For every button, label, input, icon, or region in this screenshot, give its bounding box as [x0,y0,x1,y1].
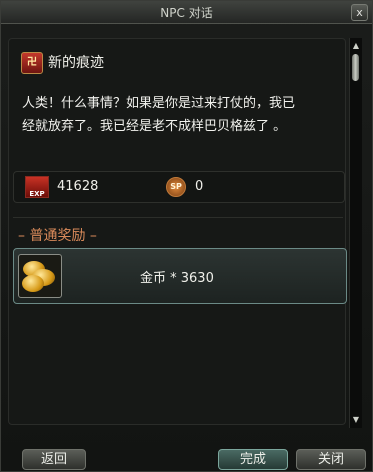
back-button[interactable]: 返回 [22,449,86,470]
scroll-down-arrow-icon[interactable]: ▼ [351,415,361,425]
reward-item-label: 金币 * 3630 [140,271,214,286]
dialog-line: 经就放弃了。我已经是老不成样巴贝格兹了 。 [22,119,287,134]
quest-scroll-icon: 卍 [21,52,43,74]
title-bar[interactable]: NPC 对话 x [1,1,372,24]
exp-value: 41628 [57,179,99,194]
window-title: NPC 对话 [160,6,213,20]
normal-rewards-header: – 普通奖励 – [18,228,97,244]
divider [13,217,343,218]
scroll-thumb[interactable] [352,54,359,81]
gold-coins-icon [18,254,62,298]
npc-dialog-text: 人类！什么事情？如果是你是过来打仗的，我已 经就放弃了。我已经是老不成样巴贝格兹… [22,92,332,138]
dialog-line: 人类！什么事情？如果是你是过来打仗的，我已 [22,96,296,111]
scrollbar[interactable]: ▲ ▼ [349,38,362,428]
exp-icon: EXP [25,176,49,198]
sp-icon: SP [166,177,186,197]
sp-value: 0 [195,179,204,194]
scroll-up-arrow-icon[interactable]: ▲ [351,41,361,51]
complete-button[interactable]: 完成 [218,449,288,470]
close-button[interactable]: 关闭 [296,449,366,470]
quest-title: 新的痕迹 [48,55,104,71]
close-window-button[interactable]: x [351,4,368,21]
